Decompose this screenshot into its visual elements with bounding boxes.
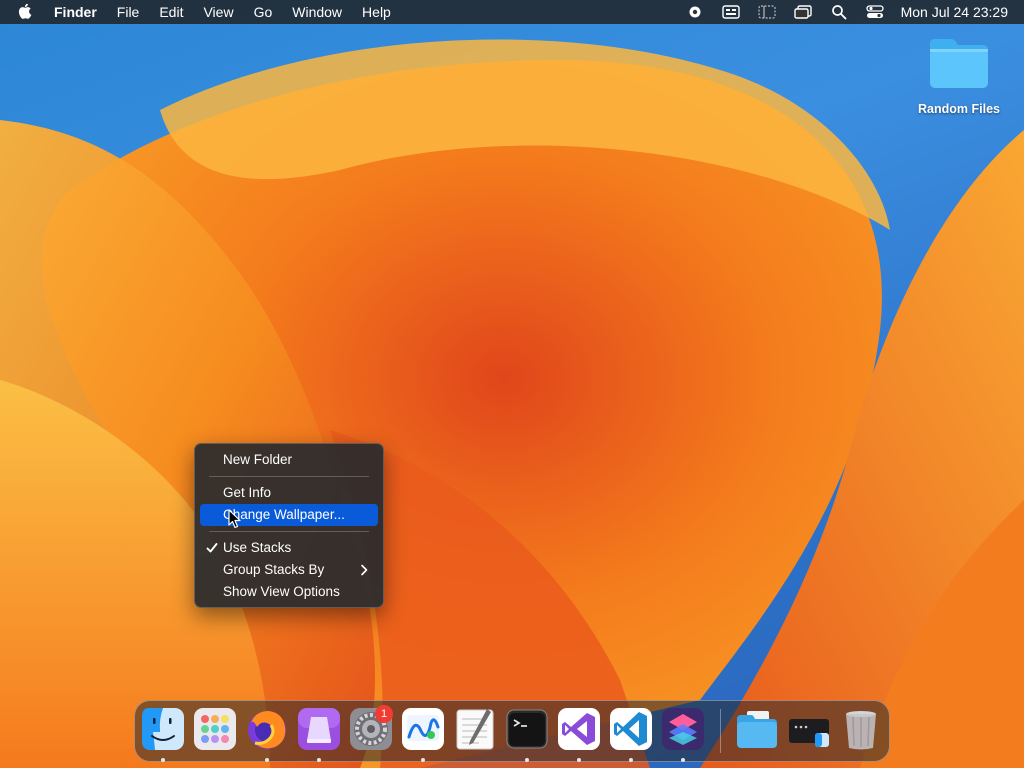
running-indicator (577, 758, 581, 762)
dock-separator (720, 709, 721, 753)
chevron-right-icon (360, 559, 370, 581)
launchpad-icon[interactable] (193, 707, 237, 751)
menu-help[interactable]: Help (352, 0, 401, 24)
visual-studio-icon[interactable] (557, 707, 601, 751)
menu-item-use-stacks[interactable]: Use Stacks (200, 537, 378, 559)
firefox-icon[interactable] (245, 707, 289, 751)
finder-icon[interactable] (141, 707, 185, 751)
desktop-wallpaper[interactable] (0, 0, 1024, 768)
menu-item-change-wallpaper[interactable]: Change Wallpaper... (200, 504, 378, 526)
sidebar-icon[interactable] (757, 4, 777, 20)
trash-icon[interactable] (839, 707, 883, 751)
shortcuts-icon[interactable] (661, 707, 705, 751)
checkmark-icon (206, 537, 220, 559)
running-indicator (525, 758, 529, 762)
menu-item-label: Show View Options (223, 584, 340, 599)
spotlight-search-icon[interactable] (829, 4, 849, 20)
menu-app-finder[interactable]: Finder (48, 0, 107, 24)
menu-go[interactable]: Go (244, 0, 283, 24)
notification-badge: 1 (375, 705, 393, 723)
textedit-icon[interactable] (453, 707, 497, 751)
menu-item-new-folder[interactable]: New Folder (200, 449, 378, 471)
screenshot-app-icon[interactable] (787, 707, 831, 751)
menu-view[interactable]: View (193, 0, 243, 24)
dock: 1 (134, 700, 890, 762)
menubar-clock[interactable]: Mon Jul 24 23:29 (901, 4, 1008, 20)
freeform-icon[interactable] (401, 707, 445, 751)
terminal-icon[interactable] (505, 707, 549, 751)
menu-item-show-view-options[interactable]: Show View Options (200, 581, 378, 603)
running-indicator (161, 758, 165, 762)
menu-item-label: Use Stacks (223, 540, 292, 555)
screen-record-icon[interactable] (685, 4, 705, 20)
menu-item-get-info[interactable]: Get Info (200, 482, 378, 504)
control-center-icon[interactable] (865, 4, 885, 20)
menu-edit[interactable]: Edit (149, 0, 193, 24)
menu-item-label: Group Stacks By (223, 562, 325, 577)
menu-item-label: New Folder (223, 452, 293, 467)
menu-separator (209, 531, 369, 532)
menu-item-group-stacks-by[interactable]: Group Stacks By (200, 559, 378, 581)
wallpaper-art (0, 39, 1024, 768)
running-indicator (681, 758, 685, 762)
menu-file[interactable]: File (107, 0, 150, 24)
folder-icon (927, 36, 991, 90)
menu-bar: Finder File Edit View Go Window Help Mon… (0, 0, 1024, 24)
menu-window[interactable]: Window (282, 0, 352, 24)
vscode-icon[interactable] (609, 707, 653, 751)
desktop-folder-label: Random Files (918, 102, 1000, 116)
folder-stack-icon[interactable] (735, 707, 779, 751)
purple-app-icon[interactable] (297, 707, 341, 751)
menu-item-label: Get Info (223, 485, 272, 500)
apple-logo-icon[interactable] (18, 4, 34, 20)
running-indicator (629, 758, 633, 762)
mouse-cursor-icon (228, 509, 242, 529)
running-indicator (265, 758, 269, 762)
running-indicator (317, 758, 321, 762)
window-mirror-icon[interactable] (793, 4, 813, 20)
desktop-context-menu: New Folder Get Info Change Wallpaper... … (194, 443, 384, 608)
menu-separator (209, 476, 369, 477)
desktop-folder-random-files[interactable]: Random Files (912, 36, 1006, 116)
running-indicator (421, 758, 425, 762)
keyboard-input-icon[interactable] (721, 4, 741, 20)
